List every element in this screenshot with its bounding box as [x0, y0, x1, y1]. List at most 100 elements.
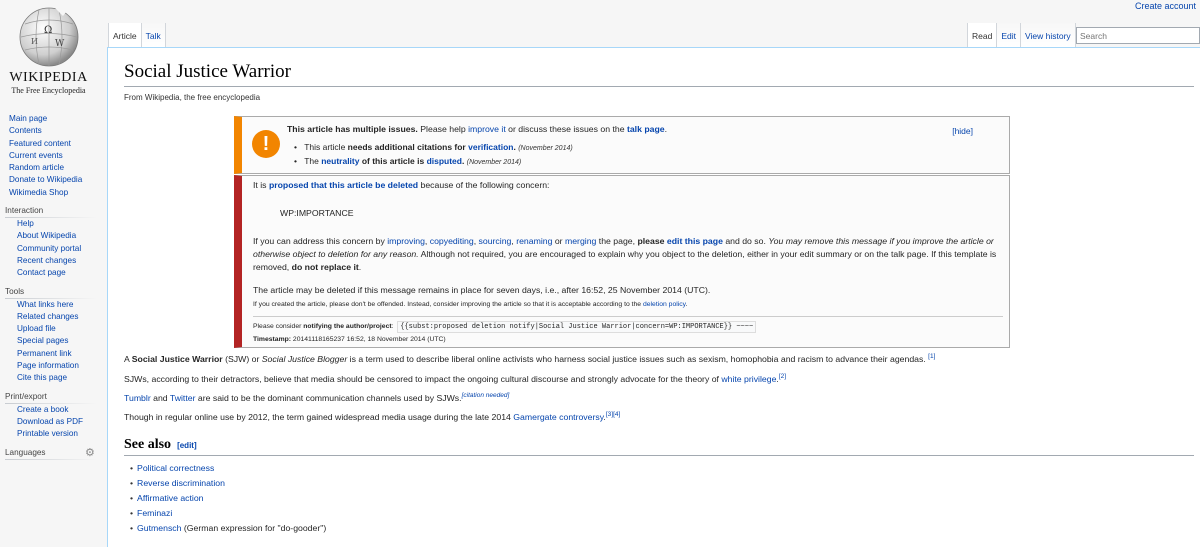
- hide-issues-link[interactable]: [hide]: [952, 126, 973, 136]
- sidebar-item-related-changes[interactable]: Related changes: [0, 311, 105, 323]
- white-privilege-link[interactable]: white privilege: [721, 374, 776, 384]
- tab-view-history[interactable]: View history: [1020, 23, 1076, 47]
- issues-bold-intro: This article has multiple issues.: [287, 124, 418, 134]
- see-also-edit-link[interactable]: [edit]: [177, 441, 197, 450]
- sidebar-item-page-information[interactable]: Page information: [0, 360, 105, 372]
- sidebar-item-featured-content[interactable]: Featured content: [0, 138, 105, 150]
- warning-icon: !: [252, 130, 280, 158]
- sidebar-languages: Languages ⚙: [0, 447, 105, 460]
- svg-text:Ω: Ω: [44, 25, 52, 36]
- deletion-timestamp: Timestamp: 20141118165237 16:52, 18 Nove…: [253, 336, 446, 343]
- sidebar-item-about[interactable]: About Wikipedia: [0, 230, 105, 242]
- sidebar-interaction: Interaction Help About Wikipedia Communi…: [0, 205, 105, 279]
- citation-needed-link[interactable]: [citation needed]: [462, 392, 510, 399]
- site-subtitle: From Wikipedia, the free encyclopedia: [124, 93, 261, 102]
- notify-author-line: Please consider notifying the author/pro…: [253, 320, 757, 334]
- sidebar-item-donate[interactable]: Donate to Wikipedia: [0, 174, 105, 186]
- sidebar-item-community-portal[interactable]: Community portal: [0, 243, 105, 255]
- citation-3-4-link[interactable]: [3][4]: [606, 411, 620, 418]
- renaming-link[interactable]: renaming: [516, 236, 552, 246]
- sidebar: Main page Contents Featured content Curr…: [0, 113, 105, 460]
- paragraph-4: Though in regular online use by 2012, th…: [124, 411, 621, 422]
- view-tabs: Read Edit View history: [967, 23, 1076, 47]
- merging-link[interactable]: merging: [565, 236, 596, 246]
- sidebar-item-permanent-link[interactable]: Permanent link: [0, 348, 105, 360]
- sidebar-item-contents[interactable]: Contents: [0, 125, 105, 137]
- svg-text:И: И: [31, 37, 38, 46]
- citation-1-link[interactable]: [1]: [928, 353, 935, 360]
- search-input[interactable]: [1076, 27, 1200, 44]
- sidebar-navigation: Main page Contents Featured content Curr…: [0, 113, 105, 199]
- paragraph-1: A Social Justice Warrior (SJW) or Social…: [124, 353, 936, 364]
- deletion-policy-link[interactable]: deletion policy: [643, 301, 686, 308]
- deletion-instructions: If you can address this concern by impro…: [253, 236, 997, 272]
- proposed-deletion-link[interactable]: proposed that this article be deleted: [269, 180, 418, 190]
- gutmensch-link[interactable]: Gutmensch: [137, 523, 181, 533]
- sidebar-item-random-article[interactable]: Random article: [0, 162, 105, 174]
- list-item: Affirmative action: [130, 491, 326, 506]
- improving-link[interactable]: improving: [387, 236, 425, 246]
- improve-it-link[interactable]: improve it: [468, 124, 506, 134]
- affirmative-action-link[interactable]: Affirmative action: [137, 493, 203, 503]
- list-item: Reverse discrimination: [130, 476, 326, 491]
- verification-link[interactable]: verification: [468, 142, 513, 152]
- sidebar-print: Print/export Create a book Download as P…: [0, 391, 105, 441]
- create-account-link[interactable]: Create account: [1135, 1, 1196, 11]
- namespace-tabs: Article Talk: [108, 23, 166, 47]
- tab-talk[interactable]: Talk: [141, 23, 166, 47]
- tab-article[interactable]: Article: [109, 23, 142, 47]
- see-also-divider: [124, 455, 1194, 456]
- list-item: Gutmensch (German expression for "do-goo…: [130, 521, 326, 536]
- edit-this-page-link[interactable]: edit this page: [667, 236, 723, 246]
- issues-summary: This article has multiple issues. Please…: [287, 124, 667, 134]
- deletion-intro: It is proposed that this article be dele…: [253, 180, 550, 190]
- sidebar-heading-tools[interactable]: Tools: [0, 286, 105, 299]
- tab-edit[interactable]: Edit: [997, 23, 1021, 47]
- wikipedia-logo[interactable]: Ω W И WIKIPEDIA The Free Encyclopedia: [0, 0, 105, 100]
- see-also-list: Political correctness Reverse discrimina…: [130, 461, 326, 536]
- deletion-concern: WP:IMPORTANCE: [280, 208, 354, 218]
- twitter-link[interactable]: Twitter: [170, 393, 196, 403]
- sidebar-item-printable-version[interactable]: Printable version: [0, 428, 105, 440]
- sidebar-item-download-pdf[interactable]: Download as PDF: [0, 416, 105, 428]
- gamergate-link[interactable]: Gamergate controversy: [513, 412, 603, 422]
- tab-read[interactable]: Read: [968, 23, 998, 47]
- feminazi-link[interactable]: Feminazi: [137, 508, 172, 518]
- issues-text: Please help: [417, 124, 469, 134]
- political-correctness-link[interactable]: Political correctness: [137, 463, 214, 473]
- copyediting-link[interactable]: copyediting: [430, 236, 474, 246]
- list-item: Political correctness: [130, 461, 326, 476]
- neutrality-link[interactable]: neutrality: [321, 156, 359, 166]
- citation-2-link[interactable]: [2]: [779, 373, 786, 380]
- paragraph-3: Tumblr and Twitter are said to be the do…: [124, 392, 510, 403]
- issue-item-verification: This article needs additional citations …: [294, 141, 572, 155]
- sidebar-item-current-events[interactable]: Current events: [0, 150, 105, 162]
- sidebar-item-help[interactable]: Help: [0, 218, 105, 230]
- svg-text:W: W: [55, 39, 65, 49]
- issues-text: .: [664, 124, 668, 134]
- talk-page-link[interactable]: talk page: [627, 124, 665, 134]
- sourcing-link[interactable]: sourcing: [479, 236, 512, 246]
- sidebar-item-wikimedia-shop[interactable]: Wikimedia Shop: [0, 187, 105, 199]
- content-area: Social Justice Warrior From Wikipedia, t…: [107, 47, 1200, 547]
- notify-template-code[interactable]: {{subst:proposed deletion notify|Social …: [397, 321, 757, 333]
- disputed-link[interactable]: disputed: [427, 156, 462, 166]
- sidebar-item-upload-file[interactable]: Upload file: [0, 323, 105, 335]
- sidebar-item-what-links-here[interactable]: What links here: [0, 299, 105, 311]
- puzzle-globe-icon: Ω W И: [19, 7, 79, 67]
- paragraph-2: SJWs, according to their detractors, bel…: [124, 373, 787, 384]
- sidebar-item-recent-changes[interactable]: Recent changes: [0, 255, 105, 267]
- sidebar-item-create-book[interactable]: Create a book: [0, 404, 105, 416]
- sidebar-heading-print-export[interactable]: Print/export: [0, 391, 105, 404]
- sidebar-heading-interaction[interactable]: Interaction: [0, 205, 105, 219]
- sidebar-item-cite-this-page[interactable]: Cite this page: [0, 372, 105, 384]
- tumblr-link[interactable]: Tumblr: [124, 393, 151, 403]
- sidebar-item-contact-page[interactable]: Contact page: [0, 267, 105, 279]
- sidebar-item-special-pages[interactable]: Special pages: [0, 335, 105, 347]
- issues-text: or discuss these issues on the: [505, 124, 627, 134]
- sidebar-item-main-page[interactable]: Main page: [0, 113, 105, 125]
- reverse-discrimination-link[interactable]: Reverse discrimination: [137, 478, 225, 488]
- gear-icon[interactable]: ⚙: [85, 447, 95, 459]
- sidebar-heading-languages[interactable]: Languages ⚙: [0, 447, 105, 460]
- proposed-deletion-box: It is proposed that this article be dele…: [234, 175, 1010, 348]
